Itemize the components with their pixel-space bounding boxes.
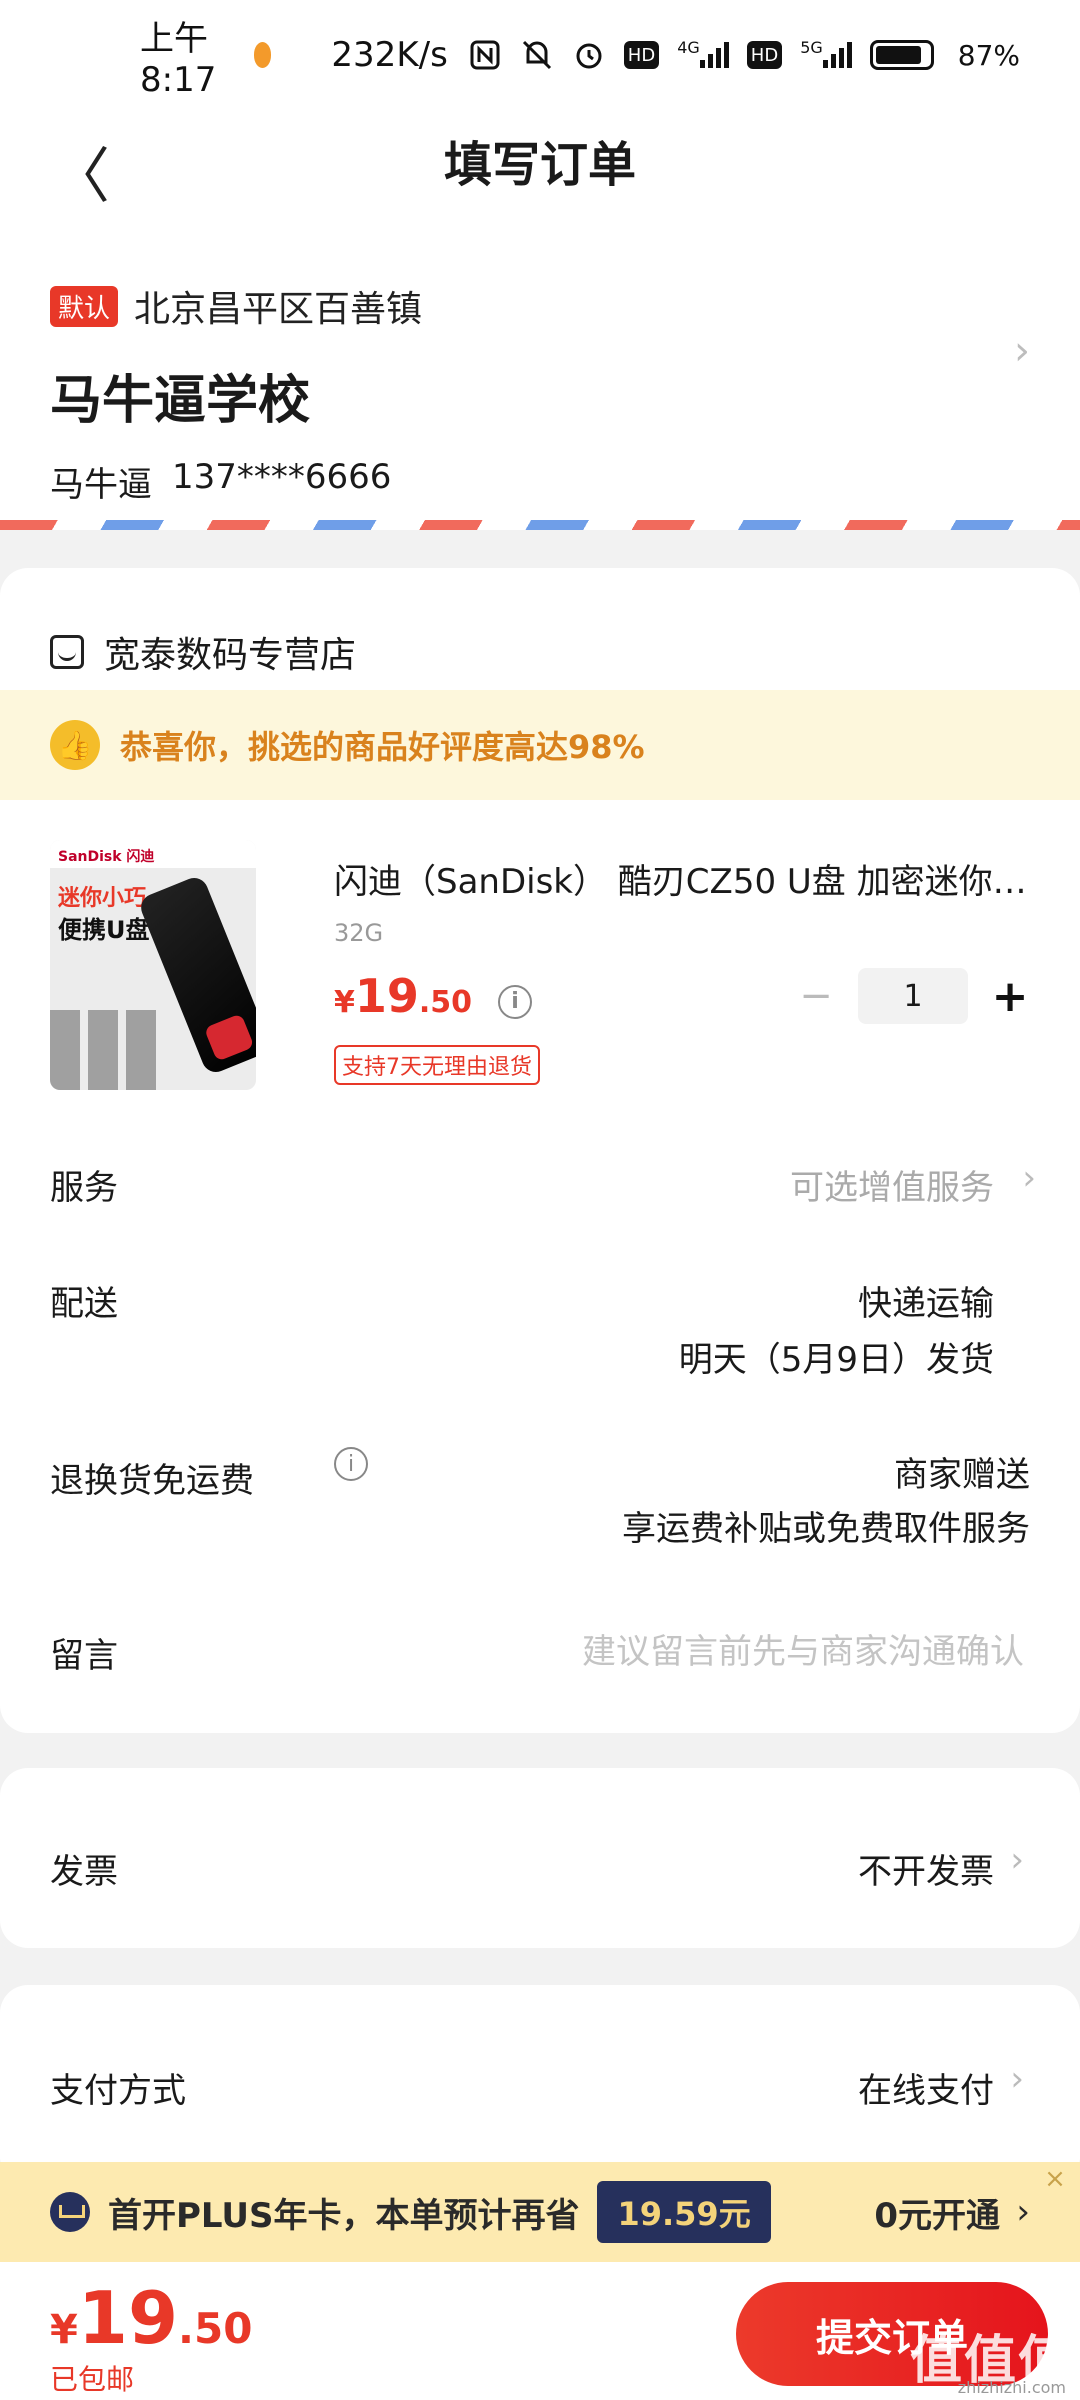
keyboard-graphic: [50, 1010, 160, 1090]
signal-5g-icon: 5G: [800, 38, 852, 72]
increase-quantity-button[interactable]: +: [990, 971, 1030, 1022]
price-info-icon[interactable]: i: [498, 984, 533, 1019]
plus-membership-banner[interactable]: 首开PLUS年卡，本单预计再省 19.59元 0元开通 › ×: [0, 2162, 1080, 2262]
return-policy-tag: 支持7天无理由退货: [334, 1045, 540, 1085]
delivery-method: 快递运输: [858, 1284, 994, 1324]
thumbs-up-icon: 👍: [50, 720, 100, 770]
return-shipping-row: 退换货免运费 i 商家赠送 享运费补贴或免费取件服务: [50, 1447, 1030, 1563]
product-spec: 32G: [334, 919, 384, 947]
chevron-right-icon: ›: [1016, 2192, 1030, 2232]
delivery-row[interactable]: 配送 快递运输 明天（5月9日）发货: [50, 1276, 1030, 1386]
recipient-name: 马牛逼: [50, 465, 152, 505]
product-title[interactable]: 闪迪（SanDisk） 酷刃CZ50 U盘 加密迷你…: [334, 854, 1034, 903]
default-tag: 默认: [50, 285, 119, 327]
notification-dot-icon: [253, 42, 272, 68]
page-title: 填写订单: [443, 137, 636, 193]
message-input[interactable]: 建议留言前先与商家沟通确认: [582, 1624, 1024, 1673]
address-region-row: 默认 北京昌平区百善镇: [50, 280, 1030, 332]
network-speed: 232K/s: [331, 35, 448, 75]
free-shipping-label: 已包邮: [50, 2363, 135, 2396]
invoice-card[interactable]: 发票 不开发票 ›: [0, 1768, 1080, 1948]
total-price-integer: 19: [77, 2276, 179, 2360]
battery-icon: [869, 40, 934, 70]
shop-name: 宽泰数码专营店: [104, 635, 357, 676]
airmail-border: [0, 520, 1080, 530]
price-decimal: .50: [418, 985, 473, 1020]
quantity-value[interactable]: 1: [858, 968, 968, 1024]
plus-open-button[interactable]: 0元开通: [874, 2188, 1000, 2237]
price-symbol: ¥: [334, 985, 355, 1020]
product-info: 闪迪（SanDisk） 酷刃CZ50 U盘 加密迷你… 32G ¥ 19 .50…: [334, 840, 1034, 1085]
status-icons: HD 4G HD 5G 87%: [468, 38, 1020, 72]
alarm-icon: [572, 38, 606, 72]
chevron-right-icon: ›: [1014, 328, 1030, 374]
shop-icon: [50, 635, 84, 669]
payment-label: 支付方式: [50, 2071, 186, 2111]
decrease-quantity-button[interactable]: −: [796, 973, 836, 1019]
shop-header[interactable]: 宽泰数码专营店: [0, 568, 1080, 688]
status-bar: 上午8:17 232K/s HD 4G HD 5G 87%: [0, 0, 1080, 110]
return-info-icon[interactable]: i: [334, 1447, 368, 1481]
status-time: 上午8:17: [140, 18, 217, 100]
recipient-phone: 137****6666: [172, 457, 392, 497]
chevron-right-icon: ›: [1010, 2059, 1024, 2099]
product-image-brand: SanDisk 闪迪: [50, 840, 256, 868]
product-image-slogan1: 迷你小巧: [58, 886, 147, 911]
return-shipping-label: 退换货免运费: [50, 1461, 254, 1501]
product-item: SanDisk 闪迪 迷你小巧 便携U盘 闪迪（SanDisk） 酷刃CZ50 …: [50, 840, 1030, 1090]
invoice-label: 发票: [50, 1852, 118, 1892]
service-row[interactable]: 服务 可选增值服务 ›: [50, 1158, 1036, 1220]
hd-badge-2: HD: [746, 41, 783, 69]
total-price: ¥ 19 .50: [50, 2276, 252, 2360]
product-image[interactable]: SanDisk 闪迪 迷你小巧 便携U盘: [50, 840, 256, 1090]
plus-promo-text: 首开PLUS年卡，本单预计再省: [108, 2195, 580, 2236]
chevron-right-icon: ›: [1022, 1158, 1036, 1198]
total-price-decimal: .50: [178, 2304, 253, 2353]
service-label: 服务: [50, 1168, 118, 1208]
address-card[interactable]: 默认 北京昌平区百善镇 马牛逼学校 马牛逼 137****6666 ›: [0, 210, 1080, 530]
address-place: 马牛逼学校: [50, 371, 311, 431]
delivery-label: 配送: [50, 1284, 118, 1324]
praise-banner: 👍 恭喜你，挑选的商品好评度高达98%: [0, 690, 1080, 800]
service-value: 可选增值服务: [790, 1168, 994, 1208]
signal-5g-label: 5G: [800, 38, 823, 57]
return-shipping-value1: 商家赠送: [894, 1455, 1030, 1495]
product-image-slogan2: 便携U盘: [58, 916, 150, 944]
plus-logo-icon: [50, 2192, 90, 2232]
message-row[interactable]: 留言 建议留言前先与商家沟通确认: [50, 1628, 1030, 1688]
payment-card[interactable]: 支付方式 在线支付 ›: [0, 1985, 1080, 2185]
battery-percent: 87%: [957, 38, 1020, 72]
price-integer: 19: [354, 969, 419, 1023]
hd-badge-1: HD: [623, 41, 660, 69]
payment-value: 在线支付: [858, 2071, 994, 2111]
close-icon[interactable]: ×: [1038, 2164, 1072, 2198]
signal-4g-icon: 4G: [677, 38, 729, 72]
plus-save-amount: 19.59元: [597, 2181, 771, 2243]
address-region: 北京昌平区百善镇: [134, 289, 423, 330]
watermark-url: zhizhizhi.com: [957, 2378, 1066, 2397]
invoice-value: 不开发票: [858, 1852, 994, 1892]
praise-text: 恭喜你，挑选的商品好评度高达98%: [120, 728, 645, 766]
nfc-icon: [468, 38, 502, 72]
total-price-symbol: ¥: [50, 2307, 78, 2353]
store-card: 宽泰数码专营店 👍 恭喜你，挑选的商品好评度高达98% SanDisk 闪迪 迷…: [0, 568, 1080, 1733]
address-contact: 马牛逼 137****6666: [50, 457, 1030, 506]
chevron-right-icon: ›: [1010, 1840, 1024, 1880]
delivery-date: 明天（5月9日）发货: [678, 1340, 994, 1380]
message-label: 留言: [50, 1636, 118, 1676]
mute-icon: [520, 38, 554, 72]
quantity-stepper: − 1 +: [796, 968, 1030, 1024]
page-header: 〈 填写订单: [0, 110, 1080, 212]
return-shipping-value2: 享运费补贴或免费取件服务: [622, 1509, 1030, 1549]
signal-4g-label: 4G: [677, 38, 700, 57]
back-button[interactable]: 〈: [50, 128, 110, 215]
